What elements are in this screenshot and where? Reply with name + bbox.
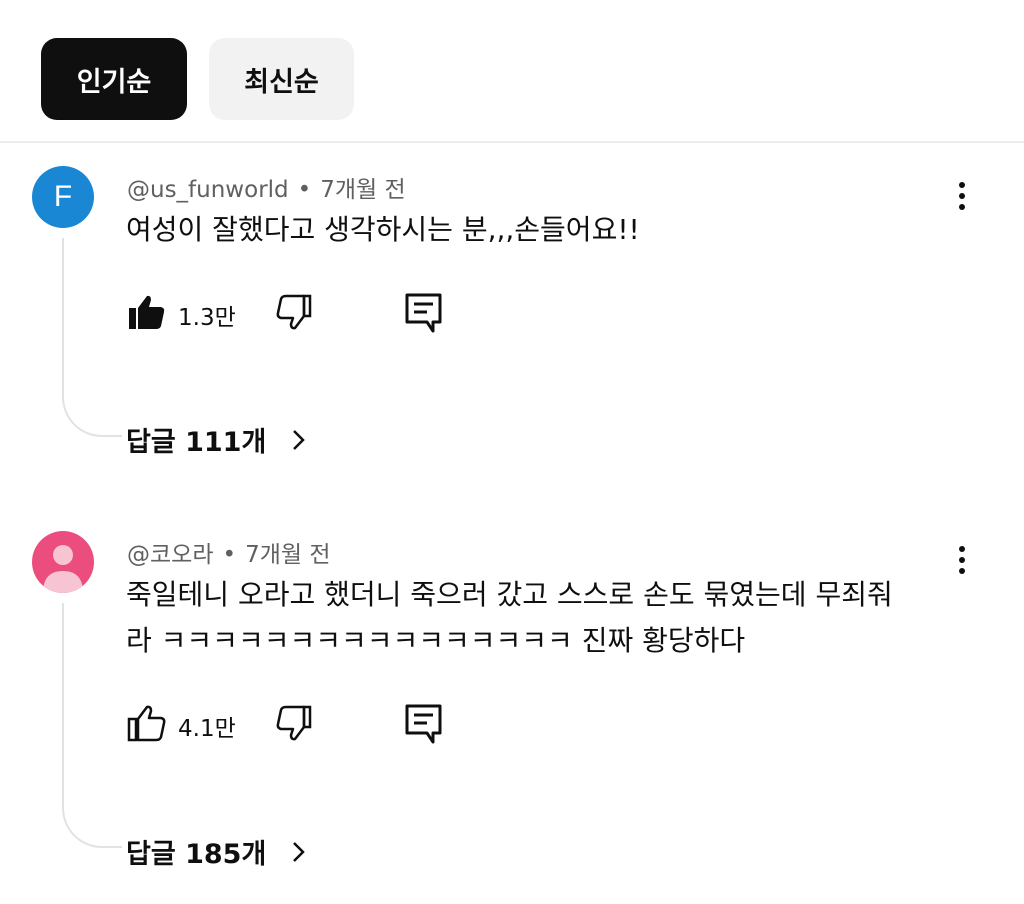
dislike-icon[interactable]: [272, 292, 314, 334]
like-icon[interactable]: [126, 292, 168, 334]
user-icon: [43, 545, 83, 593]
avatar[interactable]: F: [32, 166, 94, 228]
meta-separator: •: [222, 542, 237, 568]
replies-button[interactable]: 답글 185개: [126, 832, 310, 871]
sort-chip-newest[interactable]: 최신순: [209, 38, 354, 120]
dislike-icon[interactable]: [272, 703, 314, 745]
like-icon[interactable]: [126, 703, 168, 745]
avatar[interactable]: [32, 531, 94, 593]
comment-text: 죽일테니 오라고 했더니 죽으러 갔고 스스로 손도 묶였는데 무죄줘 라 ㅋㅋ…: [126, 572, 956, 664]
reply-icon[interactable]: [403, 703, 445, 745]
comment-text-line: 죽일테니 오라고 했더니 죽으러 갔고 스스로 손도 묶였는데 무죄줘: [126, 578, 893, 611]
divider: [0, 141, 1024, 143]
chevron-right-icon: [293, 841, 306, 862]
comment-time[interactable]: 7개월 전: [320, 177, 405, 203]
comment-time[interactable]: 7개월 전: [245, 542, 330, 568]
comment-meta: @코오라 • 7개월 전: [127, 535, 331, 569]
sort-chip-popular[interactable]: 인기순: [41, 38, 187, 120]
avatar-letter: F: [53, 180, 73, 213]
like-count: 1.3만: [178, 305, 236, 331]
reply-icon[interactable]: [403, 292, 445, 334]
comment-text-line: 여성이 잘했다고 생각하시는 분,,,손들어요!!: [126, 213, 640, 246]
author-name[interactable]: @코오라: [127, 542, 213, 568]
more-icon[interactable]: [958, 546, 966, 580]
replies-button[interactable]: 답글 111개: [126, 420, 310, 459]
replies-label: 답글 111개: [126, 427, 267, 458]
comment-meta: @us_funworld • 7개월 전: [127, 170, 406, 204]
replies-label: 답글 185개: [126, 839, 267, 870]
author-name[interactable]: @us_funworld: [127, 177, 289, 203]
comment-text-line: 라 ㅋㅋㅋㅋㅋㅋㅋㅋㅋㅋㅋㅋㅋㅋㅋㅋ 진짜 황당하다: [126, 624, 746, 657]
meta-separator: •: [297, 177, 312, 203]
comment-text: 여성이 잘했다고 생각하시는 분,,,손들어요!!: [126, 207, 956, 253]
like-count: 4.1만: [178, 716, 236, 742]
thread-line: [62, 603, 122, 848]
chevron-right-icon: [293, 429, 306, 450]
more-icon[interactable]: [958, 182, 966, 216]
thread-line: [62, 238, 122, 437]
